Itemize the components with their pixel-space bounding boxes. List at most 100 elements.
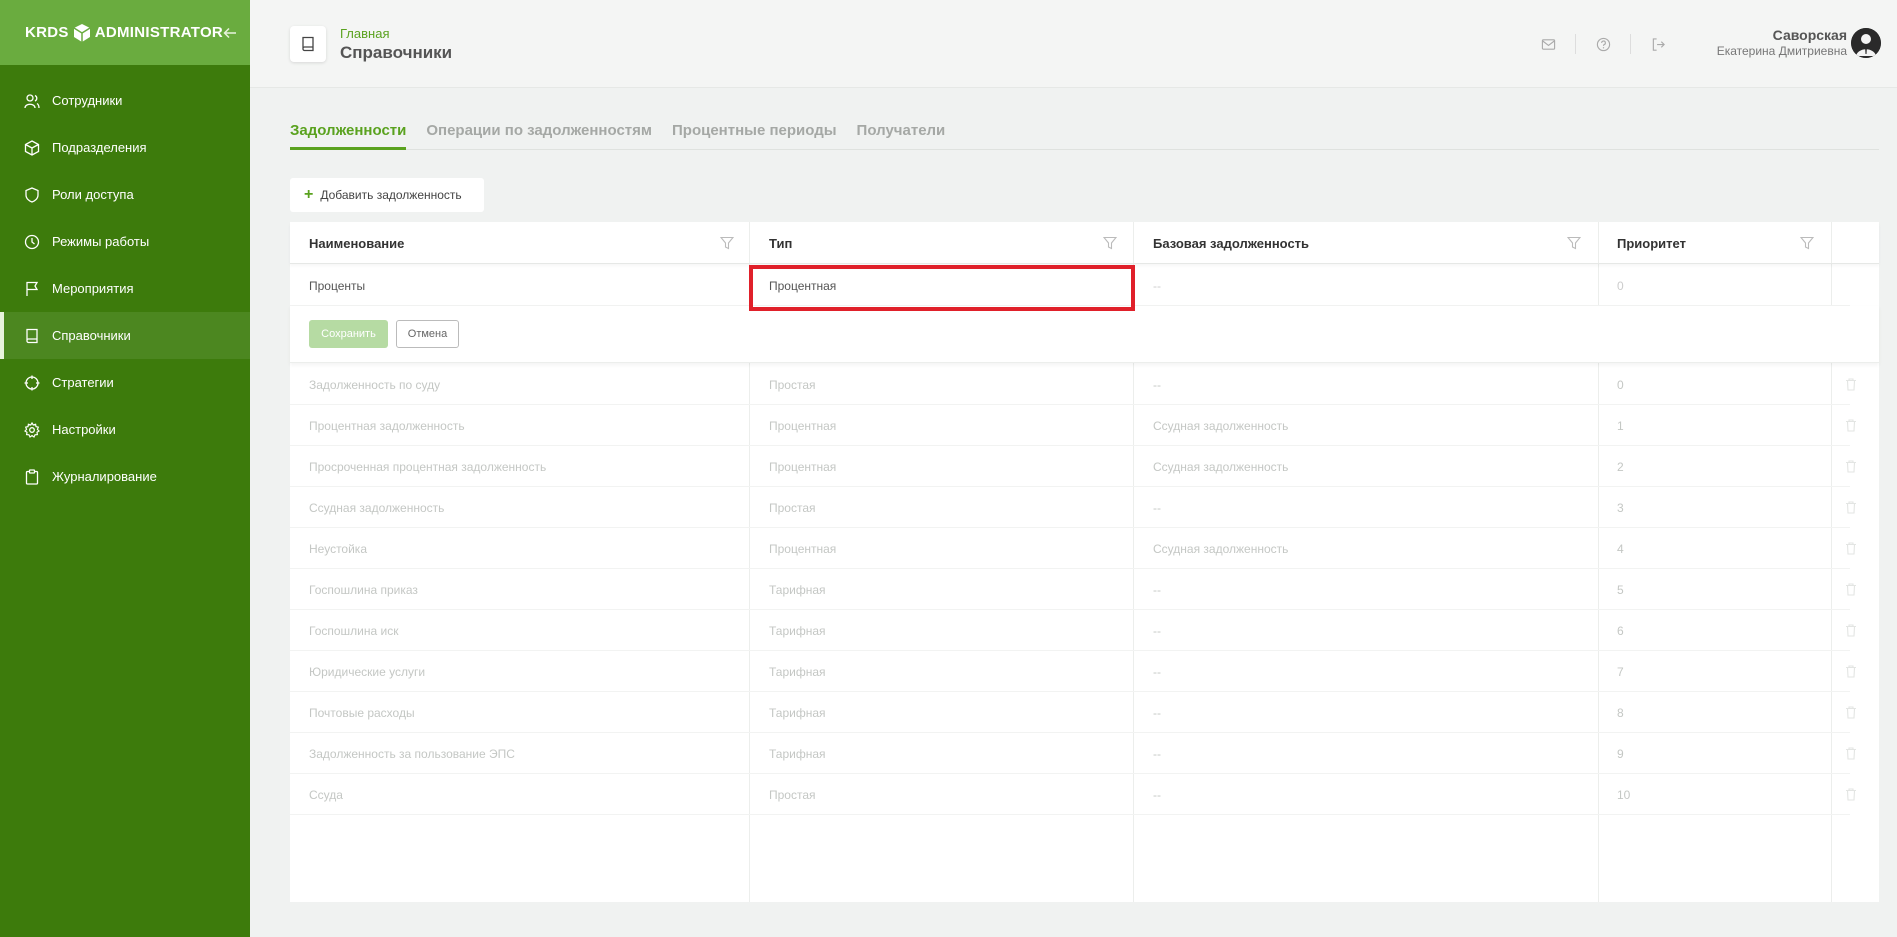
column-header-type[interactable]: Тип <box>769 222 792 264</box>
trash-icon[interactable] <box>1844 418 1858 432</box>
breadcrumb-home-link[interactable]: Главная <box>340 26 452 41</box>
filter-icon[interactable] <box>720 236 734 250</box>
table-row[interactable]: Ссудная задолженность Простая -- 3 <box>290 487 1856 528</box>
cell-priority: 0 <box>1617 377 1624 392</box>
sidebar-item-label: Режимы работы <box>52 234 150 249</box>
cell-name: Процентная задолженность <box>309 418 465 433</box>
cell-base-debt[interactable]: -- <box>1153 265 1161 306</box>
cell-priority: 7 <box>1617 664 1624 679</box>
collapse-sidebar-button[interactable] <box>223 21 237 45</box>
trash-icon[interactable] <box>1844 541 1858 555</box>
logout-button[interactable] <box>1644 30 1672 58</box>
avatar[interactable] <box>1851 28 1881 58</box>
user-last-name: Саворская <box>1772 27 1847 43</box>
sidebar-item-work-modes[interactable]: Режимы работы <box>0 218 250 265</box>
cancel-button[interactable]: Отмена <box>396 320 459 348</box>
sidebar-item-events[interactable]: Мероприятия <box>0 265 250 312</box>
trash-icon[interactable] <box>1844 377 1858 391</box>
cell-type: Простая <box>769 787 816 802</box>
cell-name: Госпошлина иск <box>309 623 399 638</box>
cell-priority[interactable]: 0 <box>1617 265 1624 306</box>
divider <box>1575 34 1576 54</box>
sidebar-item-logging[interactable]: Журналирование <box>0 453 250 500</box>
table-row[interactable]: Госпошлина приказ Тарифная -- 5 <box>290 569 1856 610</box>
trash-icon[interactable] <box>1844 459 1858 473</box>
help-button[interactable] <box>1589 30 1617 58</box>
trash-icon[interactable] <box>1844 582 1858 596</box>
plus-icon: + <box>304 186 314 203</box>
column-header-name[interactable]: Наименование <box>309 222 404 264</box>
sidebar-item-directories[interactable]: Справочники <box>0 312 250 359</box>
users-icon <box>24 93 40 108</box>
table-row[interactable]: Процентная задолженность Процентная Ссуд… <box>290 405 1856 446</box>
table-row[interactable]: Неустойка Процентная Ссудная задолженнос… <box>290 528 1856 569</box>
logout-icon <box>1652 37 1665 51</box>
tab-debt-operations[interactable]: Операции по задолженностям <box>426 118 652 150</box>
column-header-priority[interactable]: Приоритет <box>1617 222 1686 264</box>
table-row-editing[interactable]: Проценты Процентная -- 0 <box>290 265 1850 306</box>
help-icon <box>1596 37 1610 51</box>
page-title: Справочники <box>340 43 453 62</box>
cell-base-debt: -- <box>1153 377 1161 392</box>
cell-type: Тарифная <box>769 664 826 679</box>
sidebar-item-access-roles[interactable]: Роли доступа <box>0 171 250 218</box>
arrow-left-icon <box>223 27 237 38</box>
trash-icon[interactable] <box>1844 623 1858 637</box>
tab-debts[interactable]: Задолженности <box>290 118 407 150</box>
mail-button[interactable] <box>1534 30 1562 58</box>
table-row[interactable]: Почтовые расходы Тарифная -- 8 <box>290 692 1856 733</box>
table-row[interactable]: Юридические услуги Тарифная -- 7 <box>290 651 1856 692</box>
book-icon <box>302 36 314 52</box>
cell-name: Юридические услуги <box>309 664 426 679</box>
sidebar-item-employees[interactable]: Сотрудники <box>0 77 250 124</box>
sidebar-item-label: Сотрудники <box>52 93 123 108</box>
add-debt-button-label: Добавить задолженность <box>320 188 462 202</box>
cell-base-debt: -- <box>1153 664 1161 679</box>
trash-icon[interactable] <box>1844 705 1858 719</box>
trash-icon[interactable] <box>1844 664 1858 678</box>
cell-priority: 9 <box>1617 746 1624 761</box>
sidebar-item-settings[interactable]: Настройки <box>0 406 250 453</box>
cell-name: Ссудная задолженность <box>309 500 445 515</box>
table-row[interactable]: Ссуда Простая -- 10 <box>290 774 1856 815</box>
cell-priority: 2 <box>1617 459 1624 474</box>
cell-type-select[interactable]: Процентная <box>769 265 836 306</box>
crosshair-icon <box>24 375 40 390</box>
filter-icon[interactable] <box>1103 236 1117 250</box>
table-row[interactable]: Госпошлина иск Тарифная -- 6 <box>290 610 1856 651</box>
sidebar-item-label: Настройки <box>52 422 116 437</box>
cell-type: Тарифная <box>769 705 826 720</box>
cell-name: Задолженность по суду <box>309 377 441 392</box>
filter-icon[interactable] <box>1567 236 1581 250</box>
trash-icon[interactable] <box>1844 787 1858 801</box>
trash-icon[interactable] <box>1844 500 1858 514</box>
app-logo[interactable]: KRDS ADMINISTRATOR <box>25 23 223 43</box>
table-row[interactable]: Задолженность за пользование ЭПС Тарифна… <box>290 733 1856 774</box>
sidebar-nav: Сотрудники Подразделения Роли доступа Ре… <box>0 77 250 500</box>
cell-name[interactable]: Проценты <box>309 265 365 306</box>
column-header-base-debt[interactable]: Базовая задолженность <box>1153 222 1309 264</box>
table-row[interactable]: Просроченная процентная задолженность Пр… <box>290 446 1856 487</box>
logo-cube-icon <box>73 23 91 42</box>
add-debt-button[interactable]: + Добавить задолженность <box>290 178 484 212</box>
cell-name: Почтовые расходы <box>309 705 415 720</box>
cell-priority: 6 <box>1617 623 1624 638</box>
cell-priority: 3 <box>1617 500 1624 515</box>
cell-priority: 8 <box>1617 705 1624 720</box>
logo-text-left: KRDS <box>25 24 69 41</box>
tab-interest-periods[interactable]: Процентные периоды <box>672 118 837 150</box>
cell-base-debt: -- <box>1153 746 1161 761</box>
trash-icon[interactable] <box>1844 746 1858 760</box>
sidebar-item-strategies[interactable]: Стратегии <box>0 359 250 406</box>
cell-type: Процентная <box>769 541 837 556</box>
table-header: Наименование Тип Базовая задолженность П… <box>290 222 1879 264</box>
filter-icon[interactable] <box>1800 236 1814 250</box>
tab-recipients[interactable]: Получатели <box>857 118 946 150</box>
sidebar-item-label: Мероприятия <box>52 281 134 296</box>
book-icon <box>26 328 38 343</box>
sidebar-item-departments[interactable]: Подразделения <box>0 124 250 171</box>
cell-name: Задолженность за пользование ЭПС <box>309 746 515 761</box>
table-row[interactable]: Задолженность по суду Простая -- 0 <box>290 364 1856 405</box>
save-button[interactable]: Сохранить <box>309 320 388 348</box>
user-info[interactable]: Саворская Екатерина Дмитриевна <box>1717 27 1847 58</box>
